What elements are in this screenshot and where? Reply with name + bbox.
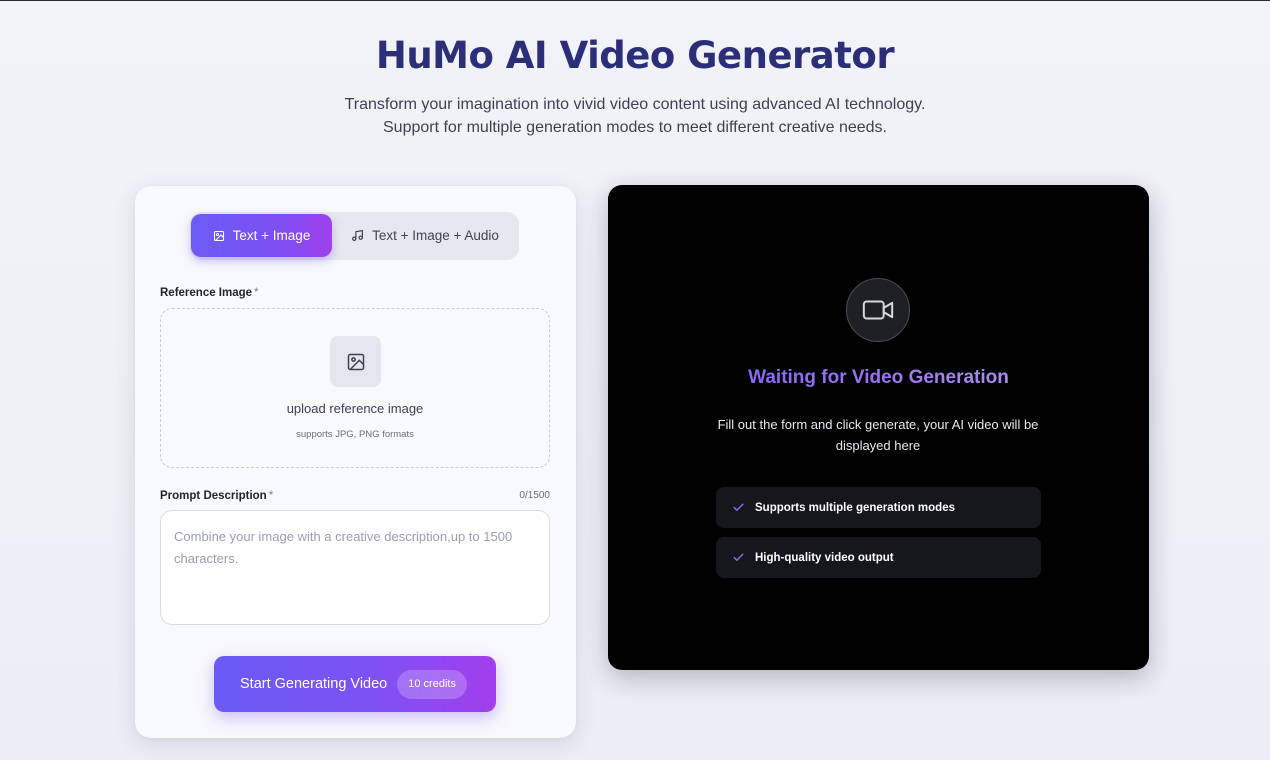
prompt-label: Prompt Description *: [160, 490, 273, 502]
reference-image-label: Reference Image *: [160, 287, 259, 299]
feature-item: High-quality video output: [716, 537, 1041, 578]
check-icon: [733, 503, 744, 511]
mode-tabs: Text + Image Text + Image + Audio: [190, 212, 519, 260]
tab-text-image[interactable]: Text + Image: [191, 214, 332, 257]
upload-icon-box: [330, 336, 381, 387]
video-icon-circle: [846, 278, 910, 342]
waiting-title: Waiting for Video Generation: [608, 367, 1149, 389]
generate-button-label: Start Generating Video: [240, 676, 388, 692]
tab-text-image-audio-label: Text + Image + Audio: [372, 228, 499, 243]
feature-label: High-quality video output: [755, 551, 894, 564]
prompt-label-text: Prompt Description: [160, 490, 267, 502]
image-icon: [347, 353, 364, 370]
music-note-icon: [352, 229, 364, 241]
tab-text-image-label: Text + Image: [232, 228, 311, 243]
upload-hint: supports JPG, PNG formats: [296, 429, 414, 440]
top-border: [0, 0, 1270, 1]
image-icon: [213, 230, 224, 241]
generation-form-card: Text + Image Text + Image + Audio Refere…: [135, 186, 576, 738]
prompt-textarea[interactable]: [160, 510, 550, 625]
image-upload-dropzone[interactable]: upload reference image supports JPG, PNG…: [160, 308, 550, 468]
page-header: HuMo AI Video Generator Transform your i…: [0, 34, 1270, 139]
feature-item: Supports multiple generation modes: [716, 487, 1041, 528]
video-preview-panel: Waiting for Video Generation Fill out th…: [608, 185, 1149, 670]
credits-badge: 10 credits: [397, 669, 467, 699]
tab-text-image-audio[interactable]: Text + Image + Audio: [332, 214, 518, 257]
subtitle-line-2: Support for multiple generation modes to…: [383, 119, 887, 136]
subtitle-line-1: Transform your imagination into vivid vi…: [344, 96, 926, 113]
required-mark: *: [268, 490, 274, 502]
character-counter: 0/1500: [519, 490, 550, 501]
start-generating-button[interactable]: Start Generating Video 10 credits: [214, 656, 496, 712]
check-icon: [733, 553, 744, 561]
page-subtitle: Transform your imagination into vivid vi…: [0, 93, 1270, 139]
waiting-description: Fill out the form and click generate, yo…: [717, 417, 1039, 453]
feature-label: Supports multiple generation modes: [755, 501, 955, 514]
reference-image-label-text: Reference Image: [160, 287, 253, 299]
page-title: HuMo AI Video Generator: [375, 34, 895, 77]
required-mark: *: [254, 287, 259, 299]
video-camera-icon: [862, 300, 894, 320]
upload-title: upload reference image: [286, 401, 424, 416]
